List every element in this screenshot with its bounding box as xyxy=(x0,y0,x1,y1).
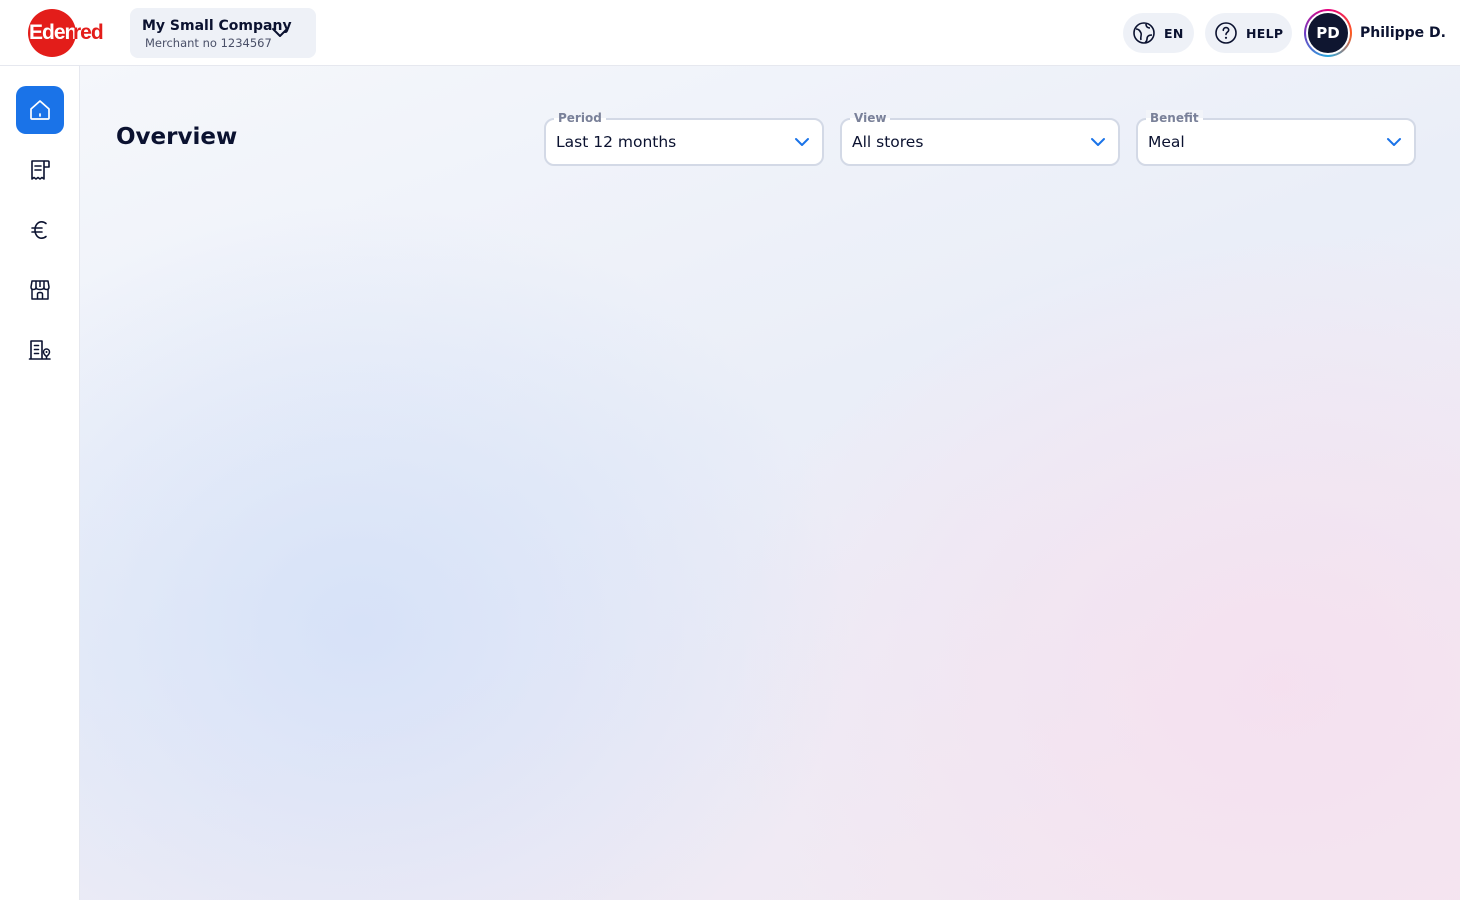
top-header: Eden red My Small Company Merchant no 12… xyxy=(0,0,1460,66)
period-select[interactable]: Period Last 12 months xyxy=(544,110,824,166)
company-selector[interactable]: My Small Company Merchant no 1234567 xyxy=(130,8,316,58)
sidebar-item-payments[interactable] xyxy=(16,206,64,254)
company-name: My Small Company xyxy=(142,18,292,34)
language-label: EN xyxy=(1164,25,1184,41)
chevron-down-icon xyxy=(1091,138,1105,146)
sidebar-item-home[interactable] xyxy=(16,86,64,134)
view-select[interactable]: View All stores xyxy=(840,110,1120,166)
period-value: Last 12 months xyxy=(556,133,677,151)
edenred-logo[interactable]: Eden red xyxy=(27,8,109,58)
page-title: Overview xyxy=(116,124,238,150)
view-value: All stores xyxy=(852,133,924,151)
sidebar xyxy=(0,66,80,900)
avatar: PD xyxy=(1306,11,1350,55)
merchant-number: Merchant no 1234567 xyxy=(145,36,272,50)
sidebar-item-company[interactable] xyxy=(16,326,64,374)
view-label: View xyxy=(850,110,891,126)
help-label: HELP xyxy=(1246,25,1284,41)
user-name: Philippe D. xyxy=(1360,25,1446,41)
benefit-select[interactable]: Benefit Meal xyxy=(1136,110,1416,166)
language-button[interactable]: EN xyxy=(1123,13,1194,53)
main-content: Overview Period Last 12 months View All … xyxy=(80,66,1460,900)
globe-icon xyxy=(1133,22,1155,44)
user-menu[interactable]: PD Philippe D. xyxy=(1304,9,1446,57)
receipt-icon xyxy=(31,160,50,180)
benefit-label: Benefit xyxy=(1146,110,1203,126)
chevron-down-icon xyxy=(272,28,288,37)
svg-text:Eden: Eden xyxy=(29,21,77,44)
sidebar-item-stores[interactable] xyxy=(16,266,64,314)
store-icon xyxy=(30,280,50,300)
chevron-down-icon xyxy=(795,138,809,146)
euro-icon xyxy=(31,220,47,240)
building-location-icon xyxy=(28,340,51,360)
home-icon xyxy=(30,100,50,120)
svg-text:red: red xyxy=(73,21,103,44)
avatar-ring: PD xyxy=(1304,9,1352,57)
period-label: Period xyxy=(554,110,606,126)
sidebar-item-transactions[interactable] xyxy=(16,146,64,194)
help-button[interactable]: HELP xyxy=(1205,13,1292,53)
benefit-value: Meal xyxy=(1148,133,1185,151)
chevron-down-icon xyxy=(1387,138,1401,146)
question-circle-icon xyxy=(1215,22,1237,44)
